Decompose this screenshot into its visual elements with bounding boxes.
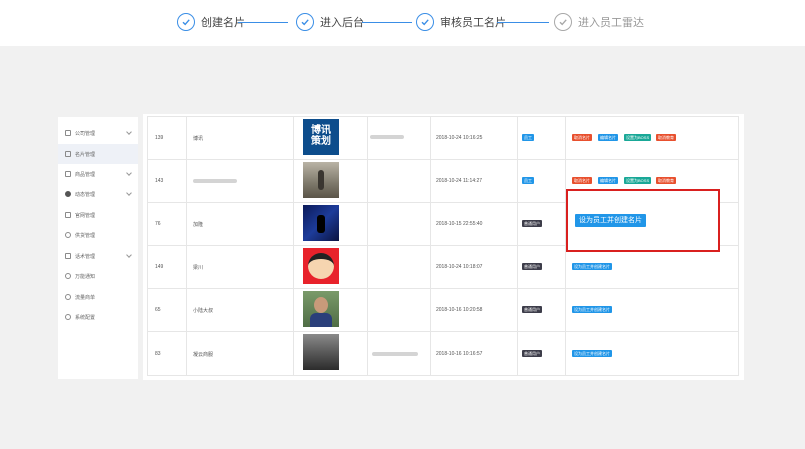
avatar-logo-text: 博讯 策划	[311, 125, 331, 147]
row-id: 76	[155, 221, 161, 227]
set-employee-create-card-button[interactable]: 设为员工并创建名片	[575, 214, 646, 227]
dot-icon	[65, 191, 71, 197]
cancel-edu-button[interactable]: 取消教育	[656, 134, 676, 141]
cancel-card-button[interactable]: 取消名片	[572, 177, 592, 184]
list-icon	[65, 253, 71, 259]
sidebar-item-orders[interactable]: 流量商单	[58, 287, 138, 307]
set-boss-button[interactable]: 设置为BOSS	[624, 177, 652, 184]
row-time: 2018-10-24 10:18:07	[436, 264, 483, 270]
column-divider	[367, 117, 368, 375]
sidebar-item-cards[interactable]: 名片管理	[58, 144, 138, 164]
step-connector	[362, 22, 412, 23]
set-boss-button[interactable]: 设置为BOSS	[624, 134, 652, 141]
avatar	[303, 162, 339, 198]
step-create-card: 创建名片	[177, 12, 245, 32]
avatar	[303, 248, 339, 284]
edit-card-button[interactable]: 编辑名片	[598, 177, 618, 184]
cancel-card-button[interactable]: 取消名片	[572, 134, 592, 141]
check-icon	[554, 13, 572, 31]
step-connector	[497, 22, 549, 23]
row-time: 2018-10-16 10:16:57	[436, 351, 483, 357]
highlight-callout: 设为员工并创建名片	[566, 189, 720, 252]
avatar	[303, 334, 339, 370]
row-name: 小陆大叔	[193, 308, 214, 314]
column-divider	[430, 117, 431, 375]
row-time: 2018-10-15 22:55:40	[436, 221, 483, 227]
sidebar-item-website[interactable]: 官网管理	[58, 205, 138, 225]
row-id: 149	[155, 264, 164, 270]
role-badge: 员工	[522, 134, 534, 141]
sidebar: 公司管理 名片管理 商品管理 动态管理 官网管理 供货管理 话术管理 万能通知 …	[58, 117, 138, 379]
row-name: 凝云商服	[193, 352, 214, 358]
row-id: 65	[155, 307, 161, 313]
chevron-down-icon	[126, 190, 132, 196]
row-id: 139	[155, 135, 164, 141]
set-employee-create-card-button[interactable]: 设为员工并创建名片	[572, 263, 612, 270]
column-divider	[186, 117, 187, 375]
column-divider	[517, 117, 518, 375]
step-label: 进入后台	[320, 17, 364, 29]
role-badge: 普通用户	[522, 220, 542, 227]
avatar: 博讯 策划	[303, 119, 339, 155]
row-id: 143	[155, 178, 164, 184]
avatar	[303, 291, 339, 327]
avatar	[303, 205, 339, 241]
gear-icon	[65, 314, 71, 320]
sidebar-item-supply[interactable]: 供货管理	[58, 225, 138, 245]
sidebar-item-settings[interactable]: 系统配置	[58, 307, 138, 327]
progress-steps: 创建名片 进入后台 审核员工名片 进入员工雷达	[0, 0, 805, 46]
check-icon	[177, 13, 195, 31]
chevron-down-icon	[126, 129, 132, 135]
blurred-phone	[372, 352, 418, 356]
check-icon	[416, 13, 434, 31]
link-icon	[65, 212, 71, 218]
cancel-edu-button[interactable]: 取消教育	[656, 177, 676, 184]
chevron-down-icon	[126, 252, 132, 258]
card-icon	[65, 151, 71, 157]
sidebar-item-company[interactable]: 公司管理	[58, 123, 138, 143]
sidebar-item-products[interactable]: 商品管理	[58, 164, 138, 184]
step-employee-radar: 进入员工雷达	[554, 12, 644, 32]
step-enter-backend: 进入后台	[296, 12, 364, 32]
chevron-down-icon	[126, 170, 132, 176]
sidebar-item-scripts[interactable]: 话术管理	[58, 246, 138, 266]
check-icon	[296, 13, 314, 31]
step-label: 进入员工雷达	[578, 17, 644, 29]
step-connector	[238, 22, 288, 23]
row-name: 加隆	[193, 222, 204, 228]
sidebar-item-moments[interactable]: 动态管理	[58, 184, 138, 204]
row-name: 博讯	[193, 136, 204, 142]
set-employee-create-card-button[interactable]: 设为员工并创建名片	[572, 350, 612, 357]
row-time: 2018-10-16 10:20:58	[436, 307, 483, 313]
row-id: 83	[155, 351, 161, 357]
column-divider	[293, 117, 294, 375]
row-divider	[148, 288, 738, 289]
grid-icon	[65, 130, 71, 136]
role-badge: 员工	[522, 177, 534, 184]
blurred-name	[193, 179, 237, 183]
step-review-card: 审核员工名片	[416, 12, 506, 32]
role-badge: 普通用户	[522, 350, 542, 357]
row-divider	[148, 159, 738, 160]
role-badge: 普通用户	[522, 306, 542, 313]
row-time: 2018-10-24 10:16:25	[436, 135, 483, 141]
box-icon	[65, 171, 71, 177]
row-name: 梁川	[193, 265, 204, 271]
blurred-phone	[370, 135, 404, 139]
circle-icon	[65, 232, 71, 238]
set-employee-create-card-button[interactable]: 设为员工并创建名片	[572, 306, 612, 313]
edit-card-button[interactable]: 编辑名片	[598, 134, 618, 141]
row-time: 2018-10-24 11:14:27	[436, 178, 483, 184]
message-icon	[65, 273, 71, 279]
role-badge: 普通用户	[522, 263, 542, 270]
sidebar-item-notify[interactable]: 万能通知	[58, 266, 138, 286]
row-divider	[148, 331, 738, 332]
cart-icon	[65, 294, 71, 300]
